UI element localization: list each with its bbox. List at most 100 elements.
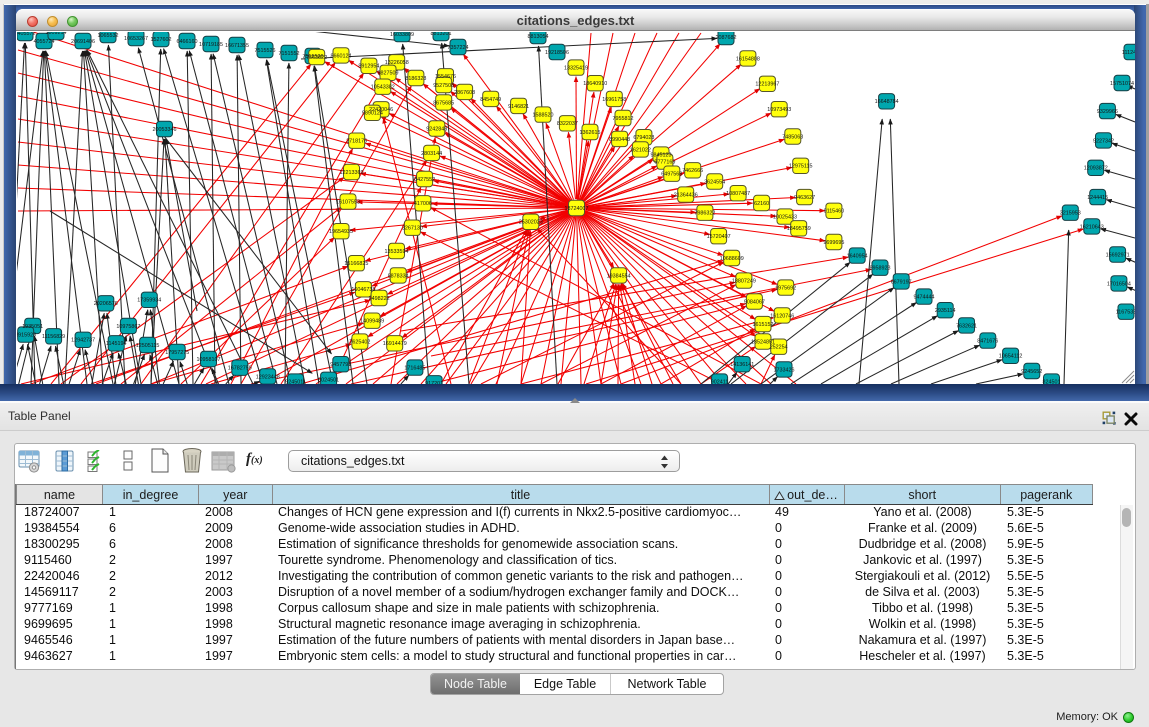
svg-text:10653267: 10653267 xyxy=(124,36,148,42)
svg-text:16671355: 16671355 xyxy=(225,43,249,49)
svg-text:9474444: 9474444 xyxy=(914,295,935,301)
svg-text:12505115: 12505115 xyxy=(136,343,160,349)
svg-text:10975867: 10975867 xyxy=(116,324,140,330)
svg-text:16782759: 16782759 xyxy=(228,366,252,372)
svg-text:7955812: 7955812 xyxy=(613,116,634,122)
svg-text:13533594: 13533594 xyxy=(385,249,409,255)
svg-text:417006: 417006 xyxy=(414,201,432,207)
svg-text:9457791: 9457791 xyxy=(330,362,351,368)
svg-text:10958107: 10958107 xyxy=(197,357,221,363)
svg-text:16107553: 16107553 xyxy=(336,200,360,206)
svg-text:14136141: 14136141 xyxy=(730,362,754,368)
svg-text:9146821: 9146821 xyxy=(508,104,529,110)
svg-text:1065532: 1065532 xyxy=(98,33,119,39)
svg-text:1362615: 1362615 xyxy=(580,130,601,136)
svg-text:18640910: 18640910 xyxy=(583,81,607,87)
svg-text:9227342: 9227342 xyxy=(1093,138,1114,144)
svg-text:18807249: 18807249 xyxy=(732,279,756,285)
svg-text:8990448: 8990448 xyxy=(609,137,630,143)
svg-text:20053346: 20053346 xyxy=(153,127,177,133)
svg-text:9329966: 9329966 xyxy=(1097,109,1118,115)
svg-text:7515526: 7515526 xyxy=(255,48,276,54)
svg-text:8813201: 8813201 xyxy=(431,32,452,37)
svg-text:9845123: 9845123 xyxy=(651,153,672,159)
svg-text:16033809: 16033809 xyxy=(390,32,414,38)
svg-text:3624554: 3624554 xyxy=(704,179,725,185)
svg-text:19218506: 19218506 xyxy=(545,50,569,56)
svg-text:8958923: 8958923 xyxy=(870,266,891,272)
svg-text:7563822: 7563822 xyxy=(306,55,327,61)
svg-text:9463627: 9463627 xyxy=(794,195,815,201)
svg-text:8322037: 8322037 xyxy=(557,121,578,127)
svg-text:9242848: 9242848 xyxy=(426,126,447,132)
svg-text:7986322: 7986322 xyxy=(694,211,715,217)
svg-text:1733426: 1733426 xyxy=(774,367,795,373)
svg-text:8912954: 8912954 xyxy=(358,64,379,70)
svg-text:21364436: 21364436 xyxy=(674,193,698,199)
svg-text:1112401: 1112401 xyxy=(1122,50,1135,56)
svg-text:3215953: 3215953 xyxy=(1060,211,1081,217)
svg-text:1244415: 1244415 xyxy=(1087,195,1108,201)
svg-text:3915923: 3915923 xyxy=(17,333,36,339)
svg-text:2803144: 2803144 xyxy=(421,151,442,157)
svg-text:6794028: 6794028 xyxy=(633,135,654,141)
svg-text:17016504: 17016504 xyxy=(1107,281,1131,287)
svg-text:12923448: 12923448 xyxy=(256,374,280,380)
svg-text:1975692: 1975692 xyxy=(775,286,796,292)
svg-text:16648784: 16648784 xyxy=(875,99,899,105)
svg-text:8675685: 8675685 xyxy=(433,100,454,106)
svg-text:9890124: 9890124 xyxy=(362,111,383,117)
svg-text:1640954: 1640954 xyxy=(847,254,868,260)
svg-text:8427552: 8427552 xyxy=(414,177,435,183)
svg-text:8454749: 8454749 xyxy=(480,97,501,103)
svg-text:2935114: 2935114 xyxy=(935,308,956,314)
svg-text:1405572: 1405572 xyxy=(17,32,36,37)
svg-text:7632621: 7632621 xyxy=(956,323,977,329)
svg-text:9498222: 9498222 xyxy=(369,296,390,302)
svg-text:4055724: 4055724 xyxy=(34,39,55,45)
svg-text:7485063: 7485063 xyxy=(782,134,803,140)
svg-text:2087682: 2087682 xyxy=(716,35,737,41)
svg-text:16154808: 16154808 xyxy=(736,56,760,62)
svg-text:6466160: 6466160 xyxy=(177,39,198,45)
svg-text:12942737: 12942737 xyxy=(71,338,95,344)
svg-text:11156829: 11156829 xyxy=(42,334,65,340)
svg-text:1935051: 1935051 xyxy=(22,324,43,330)
svg-text:6497568: 6497568 xyxy=(661,172,682,178)
svg-text:10654112: 10654112 xyxy=(999,354,1023,360)
svg-text:19654935: 19654935 xyxy=(329,229,353,235)
svg-text:9699695: 9699695 xyxy=(823,240,844,246)
svg-text:3267130: 3267130 xyxy=(402,226,423,232)
svg-text:2718176: 2718176 xyxy=(346,139,367,145)
svg-text:10807487: 10807487 xyxy=(726,191,750,197)
svg-text:9245652: 9245652 xyxy=(1021,369,1042,375)
svg-text:20691406: 20691406 xyxy=(71,39,95,45)
svg-text:12093872: 12093872 xyxy=(1084,166,1108,172)
svg-text:13325419: 13325419 xyxy=(564,66,588,72)
svg-text:16120746: 16120746 xyxy=(770,313,794,319)
svg-text:25302023: 25302023 xyxy=(519,220,543,226)
svg-text:7462666: 7462666 xyxy=(682,168,703,174)
svg-text:8813054: 8813054 xyxy=(528,34,549,40)
svg-text:10973493: 10973493 xyxy=(767,107,791,113)
svg-text:13226058: 13226058 xyxy=(385,60,409,66)
svg-text:9777169: 9777169 xyxy=(654,160,675,166)
svg-text:1621022: 1621022 xyxy=(630,147,651,153)
svg-text:19384554: 19384554 xyxy=(607,273,631,279)
svg-text:1615152: 1615152 xyxy=(753,322,774,328)
svg-text:8186328: 8186328 xyxy=(405,76,426,82)
svg-text:10688609: 10688609 xyxy=(720,256,744,262)
svg-text:8878334: 8878334 xyxy=(388,273,409,279)
svg-text:12975115: 12975115 xyxy=(789,164,813,170)
svg-text:10025433: 10025433 xyxy=(773,215,797,221)
svg-text:7357224: 7357224 xyxy=(448,45,469,51)
svg-text:7625402: 7625402 xyxy=(349,340,370,346)
svg-text:16914479: 16914479 xyxy=(383,341,407,347)
svg-text:7151552: 7151552 xyxy=(279,51,300,57)
svg-text:1588520: 1588520 xyxy=(533,113,554,119)
svg-text:1167533: 1167533 xyxy=(1116,310,1135,316)
svg-text:15166825: 15166825 xyxy=(344,261,368,267)
svg-text:1527602: 1527602 xyxy=(151,37,172,43)
svg-text:2867608: 2867608 xyxy=(454,90,475,96)
svg-text:10719185: 10719185 xyxy=(199,42,223,48)
